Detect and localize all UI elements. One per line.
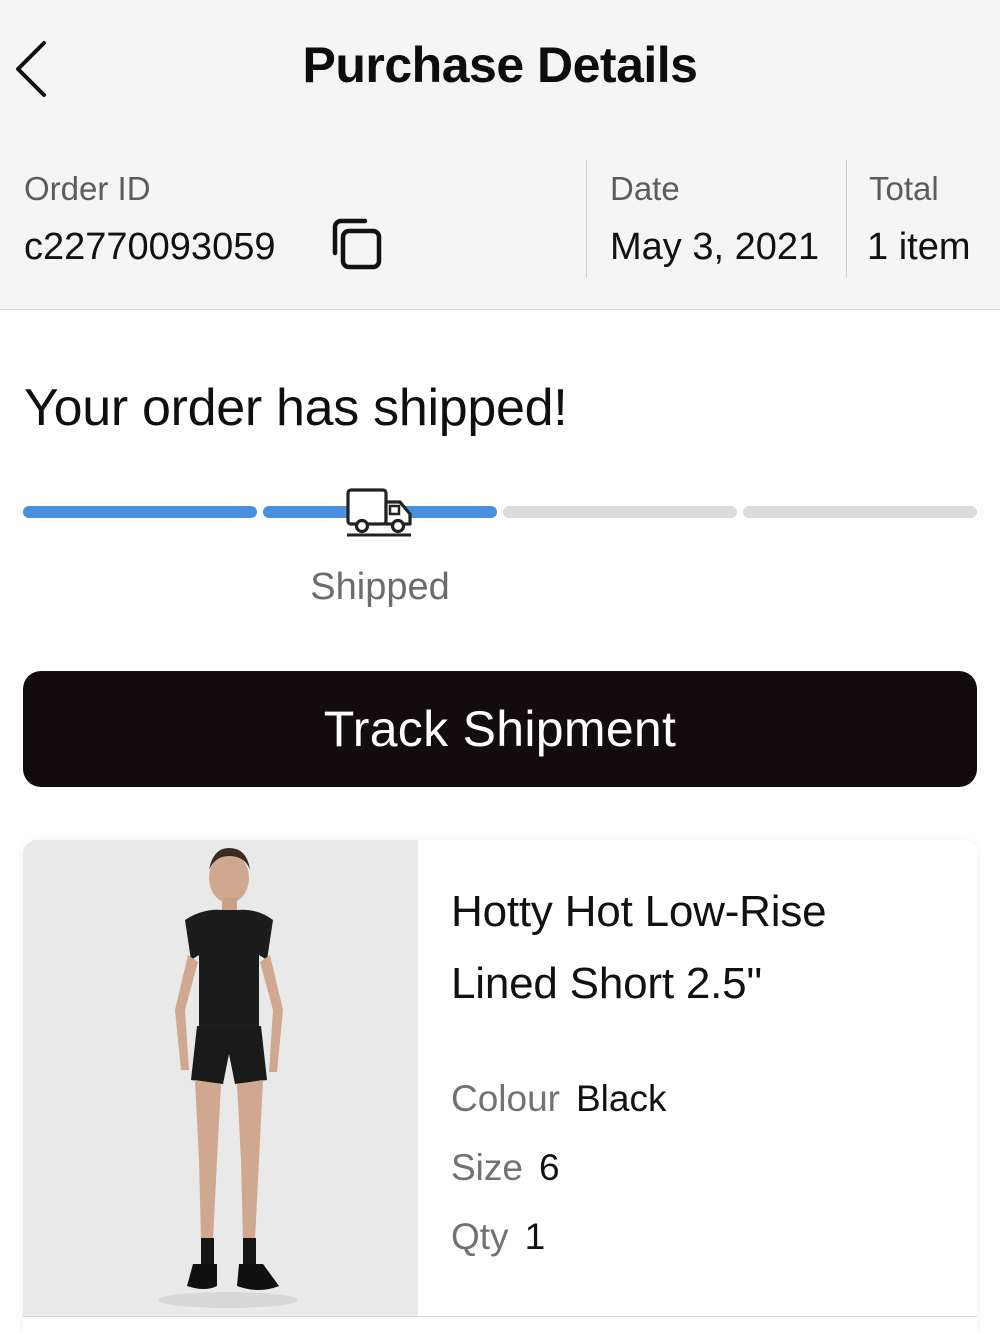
qty-value: 1 [524, 1216, 546, 1257]
size-label: Size [451, 1147, 523, 1188]
product-photo-figure [23, 840, 418, 1317]
qty-row: Qty 1 [451, 1216, 545, 1258]
order-item-card[interactable]: Hotty Hot Low-Rise Lined Short 2.5" Colo… [23, 840, 977, 1333]
total-label: Total [869, 170, 939, 207]
shipment-status-heading: Your order has shipped! [24, 379, 568, 437]
product-name-line: Hotty Hot Low-Rise [451, 887, 827, 936]
track-shipment-button[interactable]: Track Shipment [23, 671, 977, 787]
progress-segment [23, 506, 257, 518]
truck-icon [346, 488, 412, 537]
date-label: Date [610, 170, 680, 207]
order-id-label: Order ID [24, 170, 151, 207]
progress-segment [503, 506, 737, 518]
size-value: 6 [538, 1147, 560, 1188]
order-summary-header: Purchase Details Order ID c22770093059 D… [0, 0, 1000, 310]
divider [846, 160, 847, 278]
copy-order-id-button[interactable] [326, 214, 386, 274]
product-name[interactable]: Hotty Hot Low-Rise Lined Short 2.5" [451, 876, 951, 1020]
divider [586, 160, 587, 278]
copy-icon [332, 218, 382, 270]
progress-step-label: Shipped [310, 566, 450, 608]
progress-segment [743, 506, 977, 518]
date-value: May 3, 2021 [610, 226, 820, 268]
product-name-line: Lined Short 2.5" [451, 959, 762, 1008]
page-title: Purchase Details [302, 37, 698, 93]
order-id-value: c22770093059 [24, 226, 276, 268]
colour-row: Colour Black [451, 1078, 666, 1120]
colour-label: Colour [451, 1078, 560, 1119]
qty-label: Qty [451, 1216, 509, 1257]
product-image[interactable] [23, 840, 418, 1317]
colour-value: Black [576, 1078, 667, 1119]
total-value: 1 item [867, 226, 971, 268]
size-row: Size 6 [451, 1147, 560, 1189]
divider [23, 1316, 977, 1317]
